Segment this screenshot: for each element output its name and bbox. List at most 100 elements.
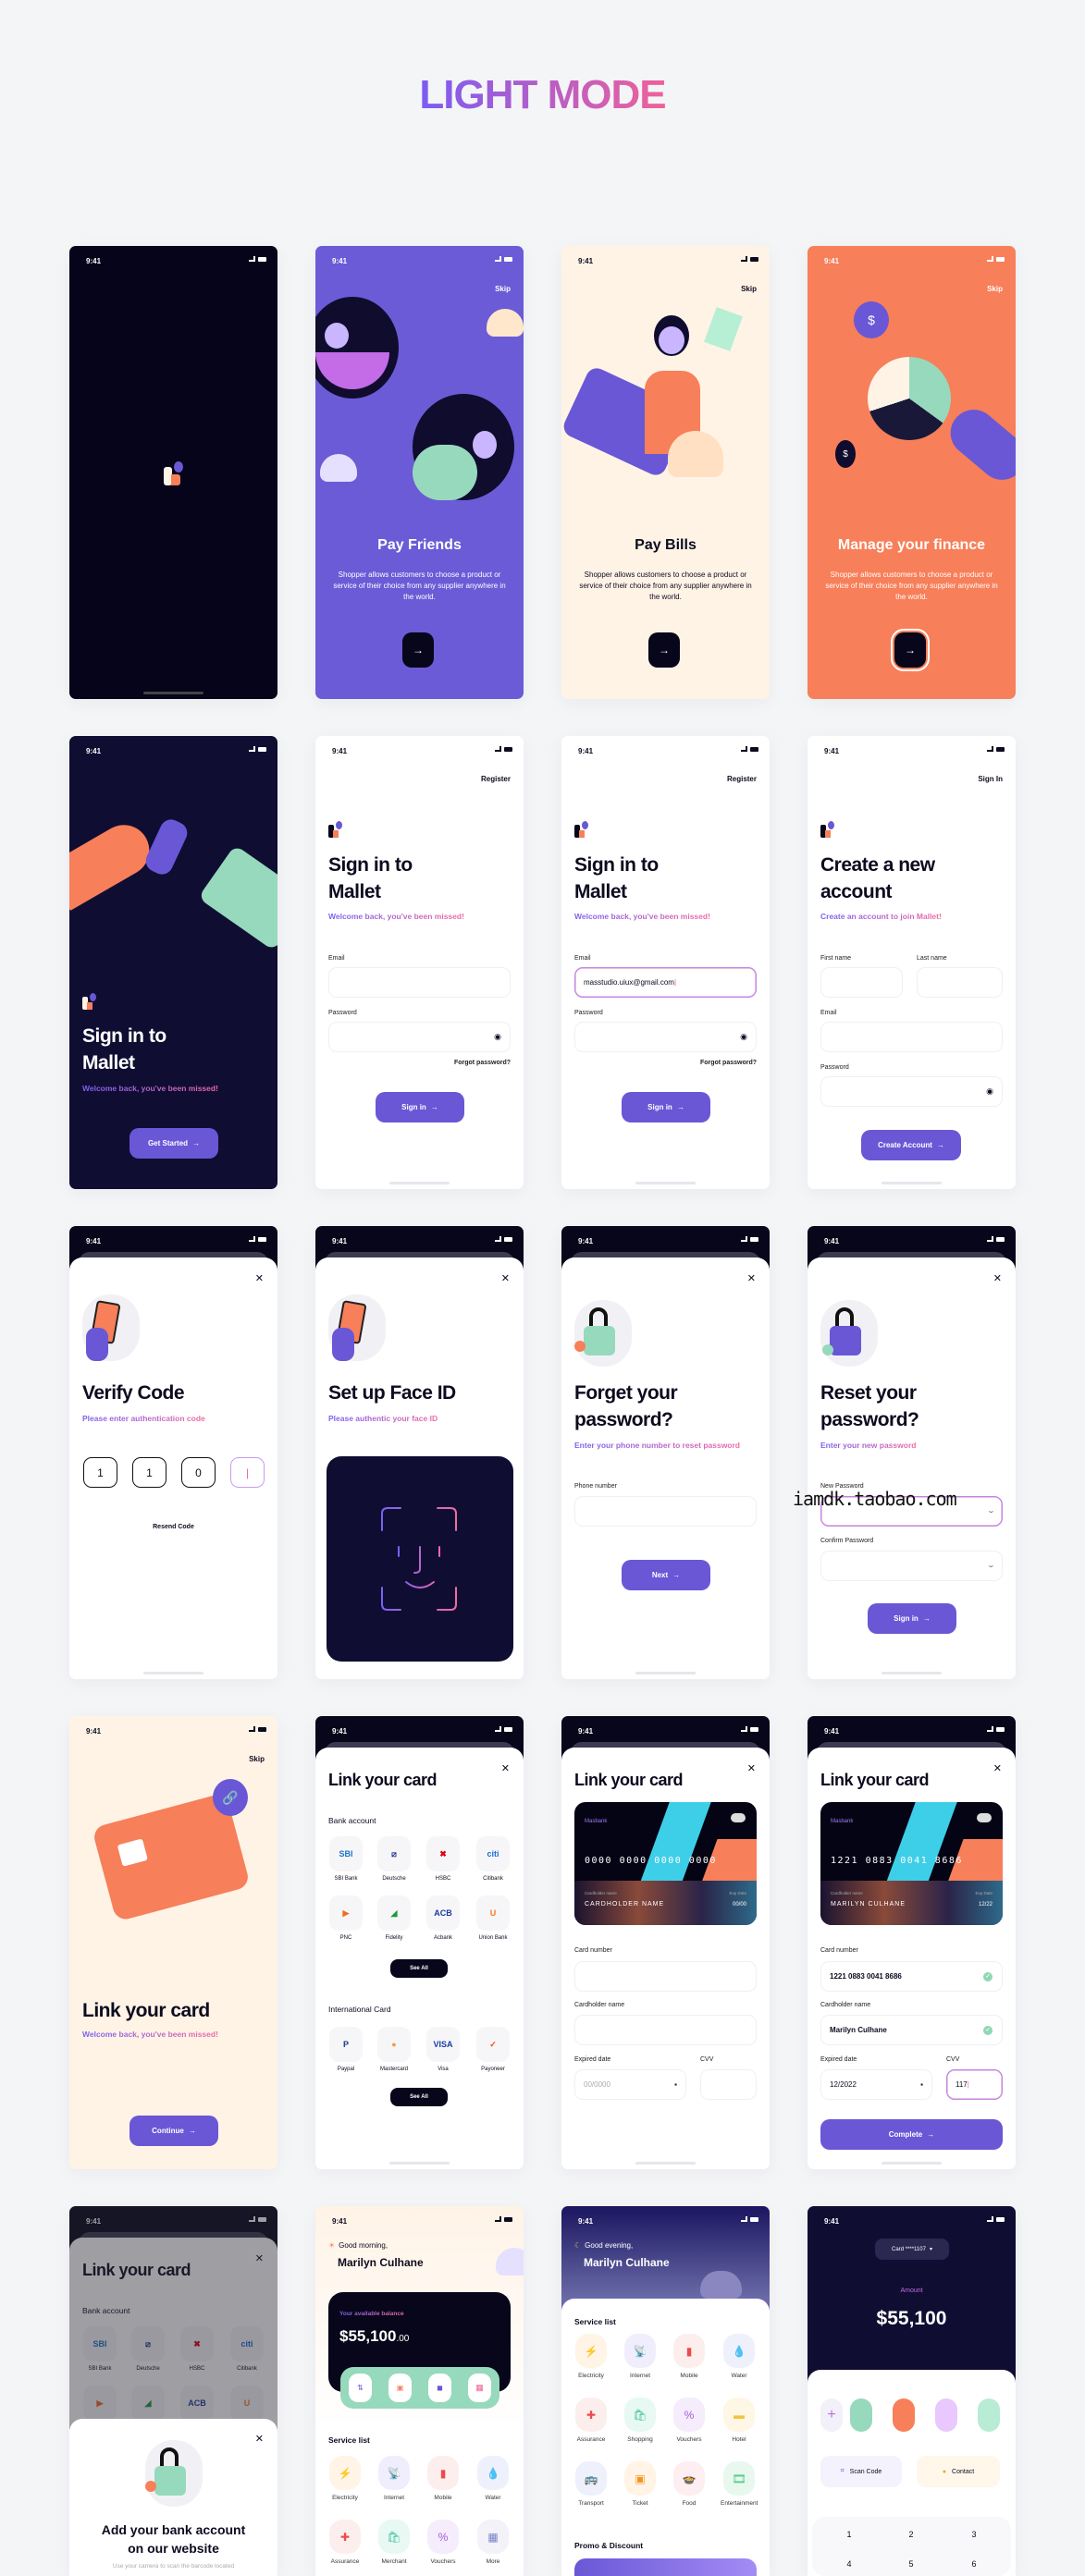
email-input[interactable] <box>820 1022 1003 1052</box>
contact-avatar[interactable] <box>893 2398 915 2432</box>
key-5[interactable]: 5 <box>902 2559 920 2569</box>
promo-banner[interactable] <box>574 2558 757 2576</box>
close-icon[interactable]: ✕ <box>255 2433 264 2445</box>
cardholder-input[interactable]: Marilyn Culhane ✓ <box>820 2015 1003 2045</box>
service-item[interactable]: ▮ Mobile <box>671 2334 708 2379</box>
contact-avatar[interactable] <box>978 2398 1000 2432</box>
eye-closed-icon[interactable]: ⌣ <box>989 1507 993 1516</box>
card-selector[interactable]: Card ****1107 ▾ <box>875 2239 949 2260</box>
skip-button[interactable]: Skip <box>987 285 1003 293</box>
register-link[interactable]: Register <box>727 775 757 783</box>
next-button[interactable]: → <box>402 632 434 668</box>
forgot-password-link[interactable]: Forgot password? <box>454 1060 511 1066</box>
wallet-icon[interactable]: ▣ <box>388 2374 412 2402</box>
bank-option[interactable]: P Paypal <box>328 2027 364 2072</box>
bank-option[interactable]: ◢ Fidelity <box>376 1895 412 1941</box>
bank-option[interactable]: VISA Visa <box>425 2027 461 2072</box>
key-1[interactable]: 1 <box>840 2530 858 2539</box>
skip-button[interactable]: Skip <box>495 285 511 293</box>
key-6[interactable]: 6 <box>965 2559 983 2569</box>
forgot-password-link[interactable]: Forgot password? <box>700 1060 757 1066</box>
code-digit-input[interactable]: 1 <box>83 1457 117 1488</box>
service-item[interactable]: ▣ Ticket <box>622 2461 659 2507</box>
service-item[interactable]: 📡 Internet <box>376 2456 413 2501</box>
see-all-international-button[interactable]: See All <box>390 2088 448 2106</box>
register-link[interactable]: Register <box>481 775 511 783</box>
service-item[interactable]: ✚ Assurance <box>327 2520 364 2565</box>
skip-button[interactable]: Skip <box>249 1755 265 1763</box>
close-icon[interactable]: ✕ <box>993 1272 1002 1284</box>
bank-option[interactable]: ● Mastercard <box>376 2027 412 2072</box>
eye-icon[interactable]: ◉ <box>494 1032 501 1042</box>
calendar-icon[interactable]: ▪ <box>920 2080 923 2089</box>
cvv-input[interactable] <box>700 2069 757 2100</box>
contact-avatar[interactable] <box>935 2398 957 2432</box>
service-item[interactable]: % Vouchers <box>425 2520 462 2565</box>
cardholder-input[interactable] <box>574 2015 757 2045</box>
email-input[interactable] <box>328 967 511 998</box>
service-item[interactable]: 🎞 Entertainment <box>721 2461 758 2507</box>
eye-icon[interactable]: ◉ <box>986 1086 993 1097</box>
eye-closed-icon[interactable]: ⌣ <box>989 1562 993 1571</box>
bank-option[interactable]: ✓ Payoneer <box>475 2027 511 2072</box>
next-button[interactable]: Next → <box>622 1560 710 1590</box>
expired-date-input[interactable]: 00/0000 ▪ <box>574 2069 686 2100</box>
next-button[interactable]: → <box>648 632 680 668</box>
add-contact-button[interactable]: + <box>820 2398 843 2432</box>
service-item[interactable]: % Vouchers <box>671 2398 708 2443</box>
close-icon[interactable]: ✕ <box>747 1272 756 1284</box>
calendar-icon[interactable]: ▪ <box>674 2080 677 2089</box>
card-number-input[interactable]: 1221 0883 0041 8686 ✓ <box>820 1961 1003 1992</box>
last-name-input[interactable] <box>917 967 1003 998</box>
skip-button[interactable]: Skip <box>741 285 757 293</box>
service-item[interactable]: 📡 Internet <box>622 2334 659 2379</box>
service-item[interactable]: 💧 Water <box>721 2334 758 2379</box>
service-item[interactable]: ⚡ Electricity <box>573 2334 610 2379</box>
bank-option[interactable]: ▶ PNC <box>328 1895 364 1941</box>
transfer-icon[interactable]: ⇅ <box>349 2374 372 2402</box>
email-input[interactable]: masstudio.uiux@gmail.com | <box>574 967 757 998</box>
service-item[interactable]: 💧 Water <box>475 2456 512 2501</box>
create-account-button[interactable]: Create Account → <box>861 1130 961 1160</box>
expired-date-input[interactable]: 12/2022 ▪ <box>820 2069 932 2100</box>
service-item[interactable]: 🛍 Shopping <box>622 2398 659 2443</box>
continue-button[interactable]: Continue → <box>129 2116 218 2146</box>
code-digit-input[interactable]: 1 <box>132 1457 166 1488</box>
see-all-banks-button[interactable]: See All <box>390 1959 448 1978</box>
close-icon[interactable]: ✕ <box>747 1762 756 1774</box>
service-item[interactable]: ▮ Mobile <box>425 2456 462 2501</box>
sign-in-link[interactable]: Sign In <box>978 775 1003 783</box>
complete-button[interactable]: Complete → <box>820 2119 1003 2150</box>
bank-option[interactable]: ✖ HSBC <box>425 1836 461 1882</box>
grid-icon[interactable]: ▦ <box>468 2374 491 2402</box>
next-button[interactable]: → <box>891 629 930 671</box>
bank-option[interactable]: ⧄ Deutsche <box>376 1836 412 1882</box>
service-item[interactable]: ✚ Assurance <box>573 2398 610 2443</box>
resend-code-link[interactable]: Resend Code <box>69 1524 277 1530</box>
key-3[interactable]: 3 <box>965 2530 983 2539</box>
bank-option[interactable]: SBI SBI Bank <box>328 1836 364 1882</box>
close-icon[interactable]: ✕ <box>255 1272 264 1284</box>
bank-option[interactable]: U Union Bank <box>475 1895 511 1941</box>
bank-option[interactable]: citi Citibank <box>475 1836 511 1882</box>
get-started-button[interactable]: Get Started → <box>129 1128 218 1159</box>
service-item[interactable]: ▬ Hotel <box>721 2398 758 2443</box>
service-item[interactable]: 🚌 Transport <box>573 2461 610 2507</box>
key-2[interactable]: 2 <box>902 2530 920 2539</box>
bank-option[interactable]: ACB Acbank <box>425 1895 461 1941</box>
card-number-input[interactable] <box>574 1961 757 1992</box>
sign-in-button[interactable]: Sign in → <box>622 1092 710 1122</box>
service-item[interactable]: ⚡ Electricity <box>327 2456 364 2501</box>
code-digit-input[interactable]: | <box>230 1457 265 1488</box>
phone-number-input[interactable] <box>574 1496 757 1527</box>
eye-icon[interactable]: ◉ <box>740 1032 747 1042</box>
contact-avatar[interactable] <box>850 2398 872 2432</box>
key-4[interactable]: 4 <box>840 2559 858 2569</box>
code-digit-input[interactable]: 0 <box>181 1457 216 1488</box>
close-icon[interactable]: ✕ <box>501 1272 510 1284</box>
sign-in-button[interactable]: Sign in → <box>376 1092 464 1122</box>
close-icon[interactable]: ✕ <box>993 1762 1002 1774</box>
password-input[interactable]: ◉ <box>574 1022 757 1052</box>
contact-button[interactable]: ● Contact <box>917 2456 1000 2487</box>
confirm-password-input[interactable]: ⌣ <box>820 1551 1003 1581</box>
